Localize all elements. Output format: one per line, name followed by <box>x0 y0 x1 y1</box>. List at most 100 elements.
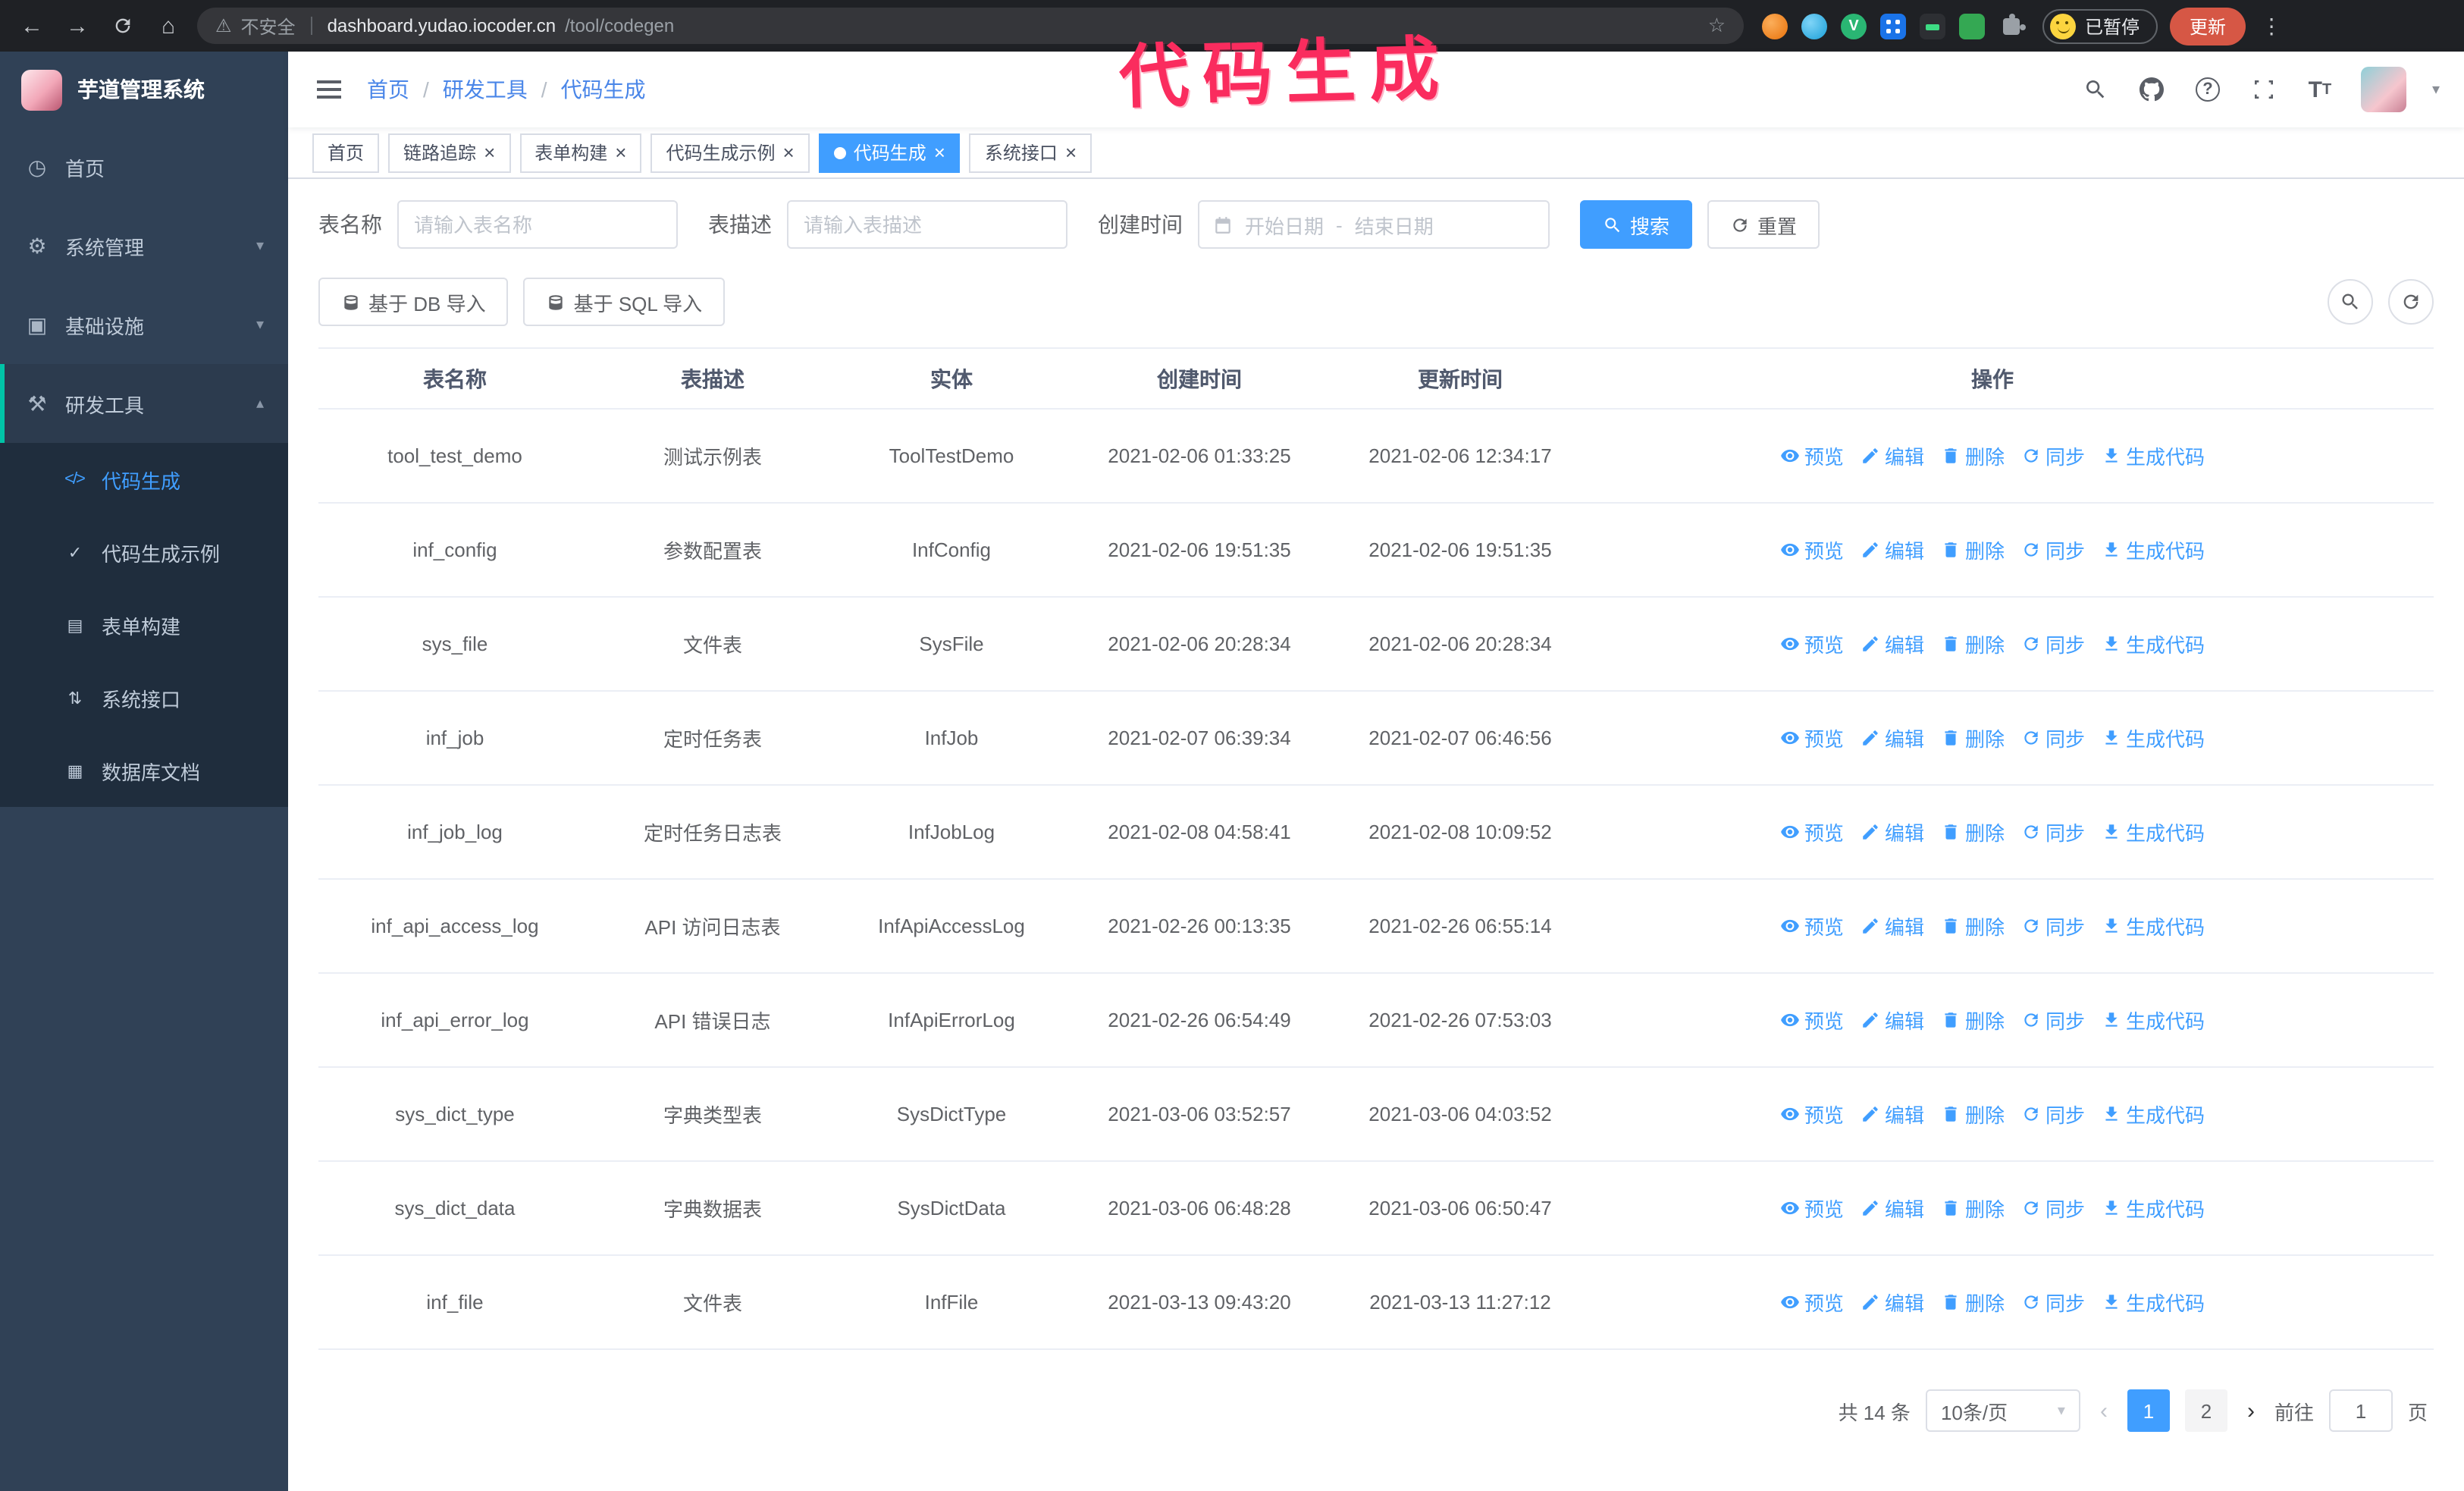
extension-icon-orange[interactable] <box>1762 13 1788 39</box>
goto-page-input[interactable] <box>2328 1389 2393 1432</box>
reload-icon[interactable] <box>106 9 140 42</box>
generate-code-link[interactable]: 生成代码 <box>2102 724 2205 752</box>
sync-link[interactable]: 同步 <box>2021 724 2085 752</box>
page-button-1[interactable]: 1 <box>2127 1389 2170 1432</box>
prev-page-button[interactable]: ‹ <box>2096 1398 2112 1424</box>
edit-link[interactable]: 编辑 <box>1861 629 1924 658</box>
preview-link[interactable]: 预览 <box>1780 818 1844 846</box>
tab-system-api[interactable]: 系统接口 × <box>969 133 1092 172</box>
edit-link[interactable]: 编辑 <box>1861 1100 1924 1128</box>
edit-link[interactable]: 编辑 <box>1861 818 1924 846</box>
hamburger-icon[interactable] <box>312 73 346 106</box>
tab-close-icon[interactable]: × <box>783 143 795 162</box>
user-avatar[interactable] <box>2360 67 2406 112</box>
sidebar-item-home[interactable]: ◷ 首页 <box>0 127 288 206</box>
star-icon[interactable]: ☆ <box>1708 14 1726 38</box>
date-range-picker[interactable]: 开始日期 - 结束日期 <box>1198 200 1550 249</box>
delete-link[interactable]: 删除 <box>1941 1006 2005 1034</box>
next-page-button[interactable]: › <box>2243 1398 2259 1424</box>
preview-link[interactable]: 预览 <box>1780 1194 1844 1223</box>
tab-form-builder[interactable]: 表单构建 × <box>519 133 642 172</box>
tab-codegen-example[interactable]: 代码生成示例 × <box>650 133 810 172</box>
generate-code-link[interactable]: 生成代码 <box>2102 1288 2205 1317</box>
preview-link[interactable]: 预览 <box>1780 441 1844 470</box>
delete-link[interactable]: 删除 <box>1941 818 2005 846</box>
sync-link[interactable]: 同步 <box>2021 629 2085 658</box>
search-icon[interactable] <box>2080 74 2111 105</box>
extension-icon-green-v[interactable] <box>1841 13 1867 39</box>
sync-link[interactable]: 同步 <box>2021 441 2085 470</box>
generate-code-link[interactable]: 生成代码 <box>2102 441 2205 470</box>
breadcrumb-home[interactable]: 首页 <box>367 74 409 105</box>
delete-link[interactable]: 删除 <box>1941 441 2005 470</box>
extension-icon-green[interactable] <box>1959 13 1985 39</box>
delete-link[interactable]: 删除 <box>1941 1288 2005 1317</box>
sidebar-item-system-api[interactable]: ⇅ 系统接口 <box>0 661 288 734</box>
caret-down-icon[interactable]: ▾ <box>2432 81 2440 98</box>
sync-paused-badge[interactable]: 已暂停 <box>2042 8 2158 43</box>
generate-code-link[interactable]: 生成代码 <box>2102 1006 2205 1034</box>
sidebar-item-codegen[interactable]: </> 代码生成 <box>0 443 288 516</box>
browser-update-button[interactable]: 更新 <box>2170 7 2246 45</box>
breadcrumb-devtools[interactable]: 研发工具 <box>443 74 528 105</box>
extensions-puzzle-icon[interactable] <box>1998 13 2024 39</box>
sidebar-item-db-doc[interactable]: ▦ 数据库文档 <box>0 734 288 807</box>
preview-link[interactable]: 预览 <box>1780 724 1844 752</box>
app-logo[interactable]: 芋道管理系统 <box>0 52 288 127</box>
preview-link[interactable]: 预览 <box>1780 912 1844 940</box>
generate-code-link[interactable]: 生成代码 <box>2102 1194 2205 1223</box>
edit-link[interactable]: 编辑 <box>1861 1194 1924 1223</box>
preview-link[interactable]: 预览 <box>1780 535 1844 564</box>
preview-link[interactable]: 预览 <box>1780 629 1844 658</box>
edit-link[interactable]: 编辑 <box>1861 724 1924 752</box>
tab-tracer[interactable]: 链路追踪 × <box>388 133 511 172</box>
delete-link[interactable]: 删除 <box>1941 1100 2005 1128</box>
sync-link[interactable]: 同步 <box>2021 1194 2085 1223</box>
preview-link[interactable]: 预览 <box>1780 1288 1844 1317</box>
security-chip[interactable]: 不安全 <box>241 13 296 39</box>
sync-link[interactable]: 同步 <box>2021 818 2085 846</box>
tab-codegen[interactable]: 代码生成 × <box>818 133 961 172</box>
generate-code-link[interactable]: 生成代码 <box>2102 818 2205 846</box>
page-size-select[interactable]: 10条/页 ▾ <box>1925 1389 2080 1432</box>
forward-icon[interactable]: → <box>61 9 94 42</box>
delete-link[interactable]: 删除 <box>1941 724 2005 752</box>
import-db-button[interactable]: 基于 DB 导入 <box>318 278 509 326</box>
preview-link[interactable]: 预览 <box>1780 1006 1844 1034</box>
back-icon[interactable]: ← <box>15 9 49 42</box>
home-icon[interactable]: ⌂ <box>152 9 185 42</box>
tab-close-icon[interactable]: × <box>1065 143 1077 162</box>
tab-close-icon[interactable]: × <box>615 143 626 162</box>
table-name-input[interactable] <box>397 200 678 249</box>
sidebar-item-system[interactable]: ⚙ 系统管理 ▾ <box>0 206 288 285</box>
extension-icon-blue-grid[interactable] <box>1880 13 1906 39</box>
sync-link[interactable]: 同步 <box>2021 1100 2085 1128</box>
edit-link[interactable]: 编辑 <box>1861 1288 1924 1317</box>
sidebar-item-codegen-example[interactable]: ✓ 代码生成示例 <box>0 516 288 589</box>
address-bar[interactable]: ⚠ 不安全 dashboard.yudao.iocoder.cn/tool/co… <box>197 8 1744 44</box>
generate-code-link[interactable]: 生成代码 <box>2102 629 2205 658</box>
fullscreen-icon[interactable] <box>2249 74 2279 105</box>
sync-link[interactable]: 同步 <box>2021 1288 2085 1317</box>
sync-link[interactable]: 同步 <box>2021 535 2085 564</box>
generate-code-link[interactable]: 生成代码 <box>2102 535 2205 564</box>
refresh-table-button[interactable] <box>2388 279 2434 325</box>
toggle-search-button[interactable] <box>2328 279 2373 325</box>
generate-code-link[interactable]: 生成代码 <box>2102 1100 2205 1128</box>
import-sql-button[interactable]: 基于 SQL 导入 <box>523 278 726 326</box>
browser-menu-icon[interactable]: ⋮ <box>2258 13 2285 39</box>
reset-button[interactable]: 重置 <box>1707 200 1820 249</box>
search-button[interactable]: 搜索 <box>1580 200 1693 249</box>
delete-link[interactable]: 删除 <box>1941 912 2005 940</box>
extension-icon-blue[interactable] <box>1801 13 1827 39</box>
edit-link[interactable]: 编辑 <box>1861 441 1924 470</box>
extension-icon-dark[interactable] <box>1920 13 1945 39</box>
table-desc-input[interactable] <box>787 200 1067 249</box>
delete-link[interactable]: 删除 <box>1941 629 2005 658</box>
edit-link[interactable]: 编辑 <box>1861 912 1924 940</box>
sidebar-item-infra[interactable]: ▣ 基础设施 ▾ <box>0 285 288 364</box>
tab-home[interactable]: 首页 <box>312 133 380 172</box>
edit-link[interactable]: 编辑 <box>1861 535 1924 564</box>
sidebar-item-form-builder[interactable]: ▤ 表单构建 <box>0 589 288 661</box>
help-icon[interactable]: ? <box>2193 74 2223 105</box>
